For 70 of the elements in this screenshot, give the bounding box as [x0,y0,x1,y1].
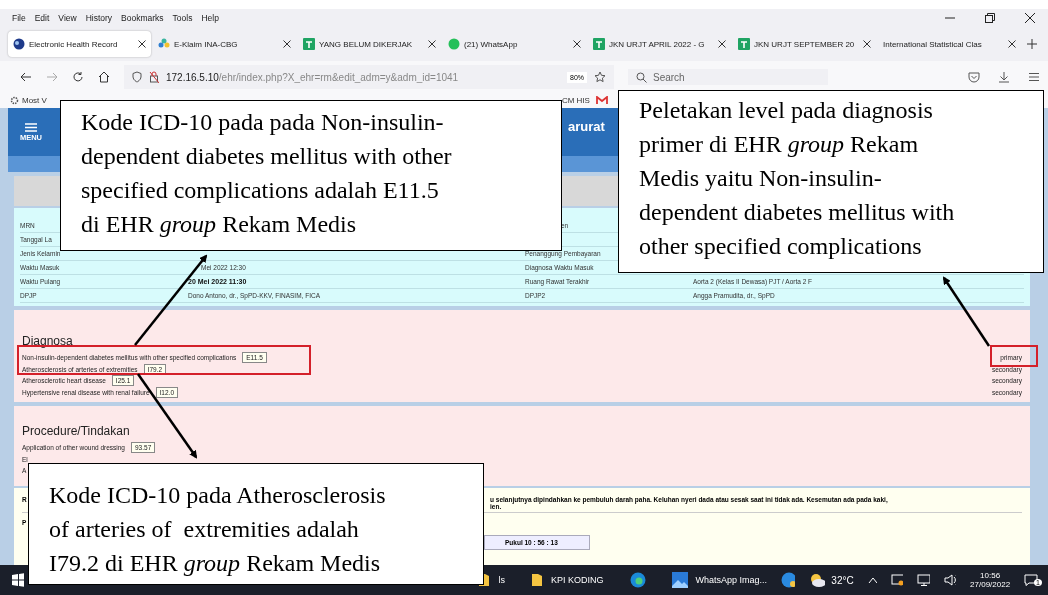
search-field[interactable]: Search [628,69,828,85]
browser-tab[interactable]: JKN URJT APRIL 2022 - G [588,31,731,57]
close-icon[interactable] [863,40,871,48]
taskbar-clock[interactable]: 10:56 27/09/2022 [970,571,1011,589]
browser-tab[interactable]: International Statistical Clas [878,31,1021,57]
close-icon[interactable] [138,40,146,48]
taskbar-item[interactable]: WhatsApp Imag... [671,572,768,588]
close-icon[interactable] [573,40,581,48]
download-icon[interactable] [998,71,1010,83]
photo-icon [671,572,688,588]
spreadsheet-icon [593,38,605,50]
close-icon[interactable] [1008,40,1016,48]
lock-icon [149,71,159,83]
menu-item[interactable]: File [12,13,26,23]
speaker-icon[interactable] [943,574,957,586]
section-title: Procedure/Tindakan [22,424,131,438]
menu-item[interactable]: Help [201,13,219,23]
browser-tab[interactable]: (21) WhatsApp [443,31,586,57]
menu-item[interactable]: Tools [172,13,193,23]
annotation-arrow [942,276,991,347]
close-icon[interactable] [718,40,726,48]
menu-item[interactable]: Bookmarks [121,13,164,23]
search-icon [636,71,647,83]
browser-icon [629,572,646,588]
globe-icon [13,38,25,50]
browser-tab[interactable]: Electronic Health Record [8,31,151,57]
bookmark-item[interactable]: Most V [10,96,47,105]
annotation-callout: Kode ICD-10 pada pada Non-insulin- dependent diabetes mellitus with other specified complications adalah E11.5 di EHR group Rekam Medis [60,100,562,251]
annotation-callout: Kode ICD-10 pada Atherosclerosis of arteries of extremities adalah I79.2 di EHR group Rekam Medis [28,463,484,585]
section-title: Diagnosa [22,334,74,348]
menu-item[interactable]: View [58,13,77,23]
temperature-label[interactable]: 32°C [831,574,854,586]
close-icon[interactable] [1024,12,1036,24]
spreadsheet-icon [303,38,315,50]
flower-icon [158,38,170,50]
taskbar-item[interactable] [629,572,646,588]
highlight-frame [990,345,1038,367]
taskbar-item[interactable]: KPI KODING [531,573,604,587]
weather-icon[interactable] [809,573,826,587]
browser-tab[interactable]: E-Klaim INA-CBG [153,31,296,57]
annotation-callout: Peletakan level pada diagnosis primer di EHR group Rekam Medis yaitu Non-insulin- dependent diabetes mellitus with other specified complications [618,90,1044,273]
chat-icon [448,38,460,50]
close-icon[interactable] [428,40,436,48]
pocket-icon[interactable] [968,71,980,83]
page-title: arurat [568,118,605,134]
close-icon[interactable] [283,40,291,48]
browser-tab[interactable]: YANG BELUM DIKERJAK [298,31,441,57]
mail-icon[interactable] [595,96,608,105]
tray-icon[interactable] [890,574,904,586]
shield-icon [132,71,142,83]
menu-item[interactable]: History [85,13,113,23]
gear-icon [10,96,19,105]
spreadsheet-icon [738,38,750,50]
help-icon[interactable] [781,572,796,588]
home-icon[interactable] [98,71,110,83]
bookmark-item[interactable]: CM HIS [561,96,590,105]
chevron-icon[interactable] [867,576,877,584]
back-icon[interactable] [20,71,32,83]
star-icon[interactable] [594,71,606,83]
list-icon [25,122,37,132]
plus-icon[interactable] [1027,39,1037,49]
folder-icon [531,573,543,587]
windows-icon[interactable] [12,573,25,587]
restore-icon[interactable] [984,12,996,24]
reload-icon[interactable] [72,71,84,83]
menu-icon[interactable] [1028,71,1040,83]
network-icon[interactable] [917,574,930,586]
browser-tab[interactable]: JKN URJT SEPTEMBER 20 [733,31,876,57]
menu-item[interactable]: Edit [34,13,50,23]
message-icon [1024,574,1039,586]
